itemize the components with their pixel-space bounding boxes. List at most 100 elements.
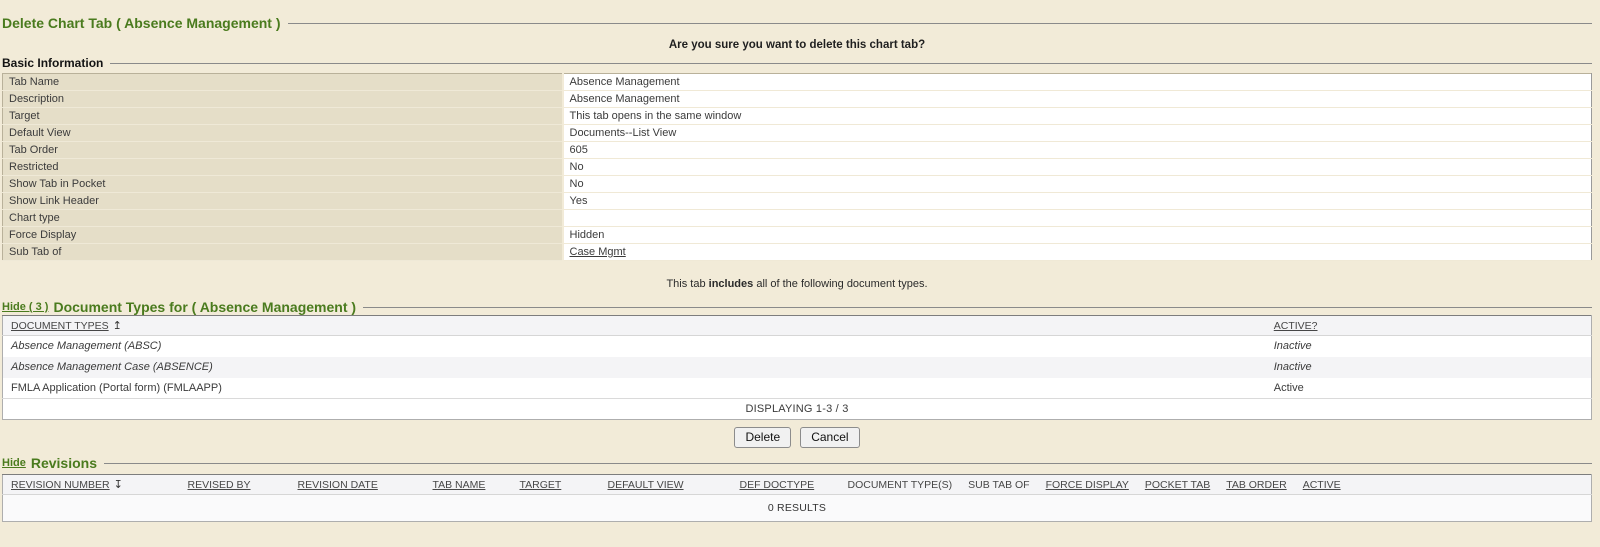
- doc-type-name: FMLA Application (Portal form) (FMLAAPP): [3, 378, 1266, 399]
- column-header-tab-order: TAB ORDER: [1218, 475, 1294, 495]
- column-label: SUB TAB OF: [968, 479, 1029, 491]
- doc-types-note: This tab includes all of the following d…: [2, 278, 1592, 290]
- info-row-target: Target This tab opens in the same window: [3, 108, 1592, 125]
- column-header-document-types: DOCUMENT TYPES ↥: [3, 316, 1266, 336]
- field-label: Target: [3, 108, 563, 125]
- doc-type-row[interactable]: Absence Management (ABSC) Inactive: [3, 336, 1592, 357]
- field-label: Tab Name: [3, 74, 563, 91]
- field-label: Sub Tab of: [3, 244, 563, 261]
- revisions-legend-row: Hide Revisions: [2, 455, 1592, 471]
- results-count: 0 RESULTS: [3, 495, 1592, 522]
- revisions-empty-row: 0 RESULTS: [3, 495, 1592, 522]
- note-prefix: This tab: [666, 278, 708, 290]
- title-divider-line: [288, 23, 1592, 24]
- sort-revision-date-link[interactable]: REVISION DATE: [298, 479, 378, 491]
- field-value: No: [563, 176, 1592, 193]
- revisions-divider-line: [104, 463, 1592, 464]
- hide-doc-types-link[interactable]: Hide ( 3 ): [2, 301, 48, 313]
- column-header-pocket-tab: POCKET TAB: [1137, 475, 1218, 495]
- info-row-default-view: Default View Documents--List View: [3, 125, 1592, 142]
- field-value: No: [563, 159, 1592, 176]
- field-label: Description: [3, 91, 563, 108]
- field-value: Documents--List View: [563, 125, 1592, 142]
- info-row-show-tab-in-pocket: Show Tab in Pocket No: [3, 176, 1592, 193]
- cancel-button[interactable]: Cancel: [800, 427, 859, 448]
- basic-info-legend-row: Basic Information: [2, 56, 1592, 70]
- doc-types-legend-row: Hide ( 3 ) Document Types for ( Absence …: [2, 299, 1592, 315]
- doc-type-name: Absence Management (ABSC): [3, 336, 1266, 357]
- sort-descending-icon: ↧: [114, 479, 123, 491]
- field-label: Show Tab in Pocket: [3, 176, 563, 193]
- note-suffix: all of the following document types.: [753, 278, 927, 290]
- doc-types-header-row: DOCUMENT TYPES ↥ ACTIVE?: [3, 316, 1592, 336]
- hide-revisions-link[interactable]: Hide: [2, 457, 26, 469]
- doc-types-divider-line: [363, 307, 1592, 308]
- revisions-title: Revisions: [31, 455, 97, 471]
- column-header-default-view: DEFAULT VIEW: [600, 475, 732, 495]
- info-row-chart-type: Chart type: [3, 210, 1592, 227]
- doc-type-active: Inactive: [1266, 357, 1592, 378]
- field-label: Show Link Header: [3, 193, 563, 210]
- field-label: Restricted: [3, 159, 563, 176]
- column-header-def-doctype: DEF DOCTYPE: [732, 475, 840, 495]
- field-label: Chart type: [3, 210, 563, 227]
- sort-default-view-link[interactable]: DEFAULT VIEW: [608, 479, 684, 491]
- sort-active-link[interactable]: ACTIVE?: [1274, 320, 1318, 332]
- field-label: Tab Order: [3, 142, 563, 159]
- note-bold: includes: [709, 278, 754, 290]
- sort-force-display-link[interactable]: FORCE DISPLAY: [1046, 479, 1129, 491]
- field-label: Force Display: [3, 227, 563, 244]
- field-value: 605: [563, 142, 1592, 159]
- info-row-restricted: Restricted No: [3, 159, 1592, 176]
- field-value: Yes: [563, 193, 1592, 210]
- sort-active-link[interactable]: ACTIVE: [1303, 479, 1341, 491]
- info-row-tab-order: Tab Order 605: [3, 142, 1592, 159]
- field-value: Case Mgmt: [563, 244, 1592, 261]
- sort-tab-name-link[interactable]: TAB NAME: [433, 479, 486, 491]
- basic-info-title: Basic Information: [2, 56, 103, 70]
- info-row-force-display: Force Display Hidden: [3, 227, 1592, 244]
- column-header-active: ACTIVE?: [1266, 316, 1592, 336]
- sub-tab-of-link[interactable]: Case Mgmt: [570, 246, 626, 258]
- column-label: DOCUMENT TYPE(S): [848, 479, 953, 491]
- field-value: This tab opens in the same window: [563, 108, 1592, 125]
- basic-info-table: Tab Name Absence Management Description …: [2, 73, 1592, 261]
- doc-type-row[interactable]: FMLA Application (Portal form) (FMLAAPP)…: [3, 378, 1592, 399]
- field-value: Hidden: [563, 227, 1592, 244]
- column-header-revised-by: REVISED BY: [180, 475, 290, 495]
- info-row-description: Description Absence Management: [3, 91, 1592, 108]
- sort-revised-by-link[interactable]: REVISED BY: [188, 479, 251, 491]
- sort-document-types-link[interactable]: DOCUMENT TYPES: [11, 320, 109, 332]
- field-value: Absence Management: [563, 91, 1592, 108]
- field-value: Absence Management: [563, 74, 1592, 91]
- revisions-header-row: REVISION NUMBER ↧ REVISED BY REVISION DAT…: [3, 475, 1592, 495]
- column-header-revision-number: REVISION NUMBER ↧: [3, 475, 180, 495]
- info-row-sub-tab-of: Sub Tab of Case Mgmt: [3, 244, 1592, 261]
- sort-tab-order-link[interactable]: TAB ORDER: [1226, 479, 1286, 491]
- column-header-document-types: DOCUMENT TYPE(S): [840, 475, 961, 495]
- column-header-active: ACTIVE: [1295, 475, 1592, 495]
- column-header-tab-name: TAB NAME: [425, 475, 512, 495]
- sort-pocket-tab-link[interactable]: POCKET TAB: [1145, 479, 1210, 491]
- page-title-row: Delete Chart Tab ( Absence Management ): [2, 0, 1592, 31]
- sort-ascending-icon: ↥: [113, 320, 122, 332]
- sort-target-link[interactable]: TARGET: [520, 479, 562, 491]
- field-label: Default View: [3, 125, 563, 142]
- action-button-bar: Delete Cancel: [2, 427, 1592, 448]
- basic-info-divider-line: [110, 63, 1592, 64]
- doc-types-footer-row: DISPLAYING 1-3 / 3: [3, 399, 1592, 420]
- paging-status: DISPLAYING 1-3 / 3: [3, 399, 1592, 420]
- field-value: [563, 210, 1592, 227]
- doc-types-table: DOCUMENT TYPES ↥ ACTIVE? Absence Manageme…: [2, 315, 1592, 420]
- column-header-force-display: FORCE DISPLAY: [1038, 475, 1137, 495]
- confirm-message: Are you sure you want to delete this cha…: [2, 39, 1592, 51]
- sort-def-doctype-link[interactable]: DEF DOCTYPE: [740, 479, 815, 491]
- info-row-show-link-header: Show Link Header Yes: [3, 193, 1592, 210]
- delete-chart-tab-page: Delete Chart Tab ( Absence Management ) …: [0, 0, 1600, 522]
- doc-type-row[interactable]: Absence Management Case (ABSENCE) Inacti…: [3, 357, 1592, 378]
- sort-revision-number-link[interactable]: REVISION NUMBER: [11, 479, 110, 491]
- doc-type-active: Active: [1266, 378, 1592, 399]
- delete-button[interactable]: Delete: [734, 427, 791, 448]
- page-title: Delete Chart Tab ( Absence Management ): [2, 15, 281, 31]
- doc-type-name: Absence Management Case (ABSENCE): [3, 357, 1266, 378]
